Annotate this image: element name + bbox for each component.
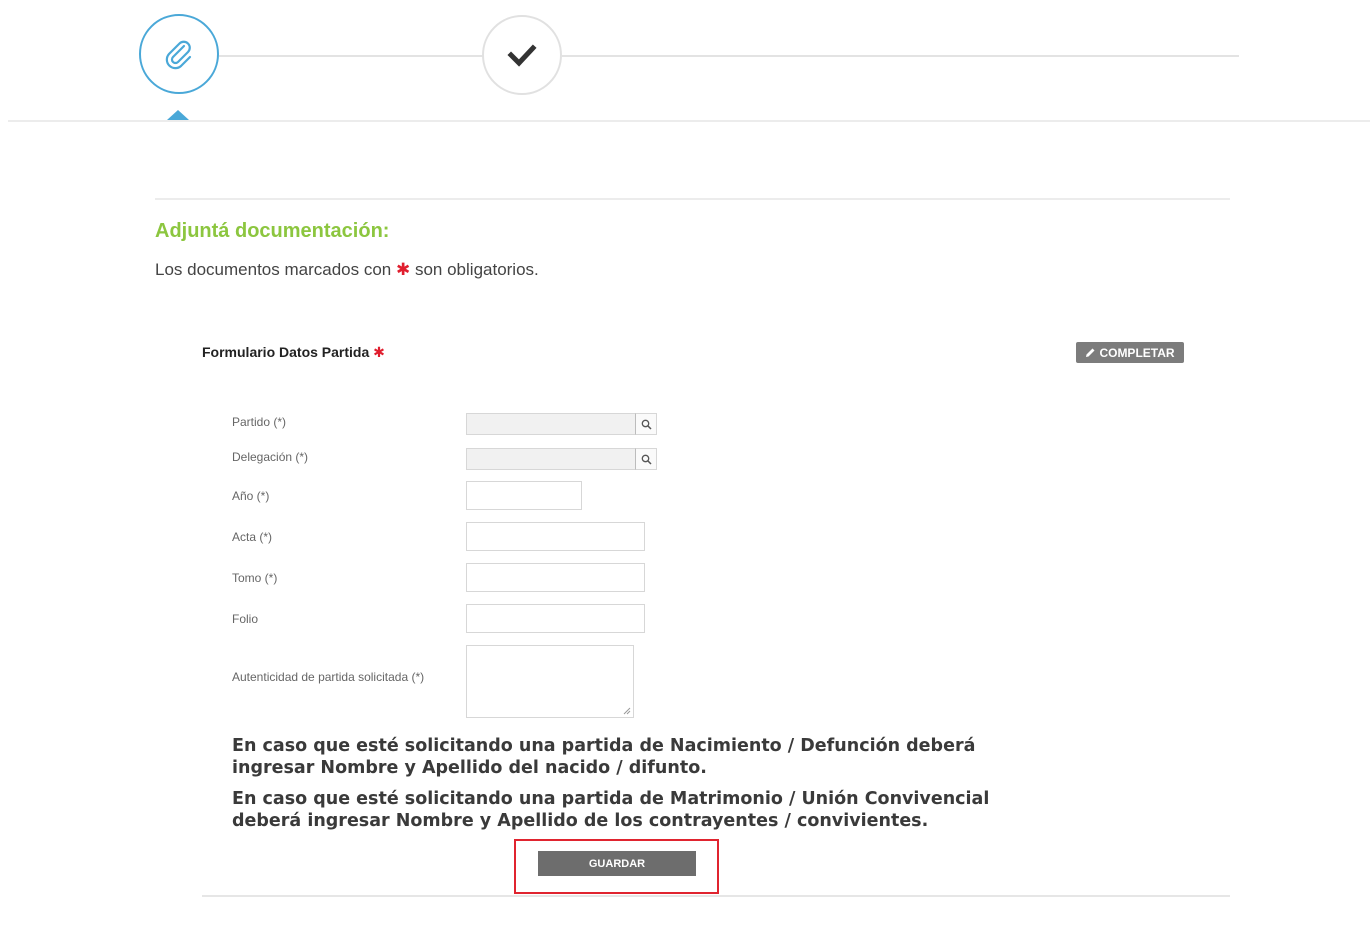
guardar-button[interactable]: GUARDAR xyxy=(538,851,696,876)
anio-input[interactable] xyxy=(466,481,582,510)
checkmark-icon xyxy=(507,44,537,67)
required-star-icon: ✱ xyxy=(373,344,385,360)
folio-label: Folio xyxy=(232,612,259,626)
folio-input[interactable] xyxy=(466,604,645,633)
completar-label: COMPLETAR xyxy=(1099,345,1175,360)
stepper xyxy=(0,0,1370,125)
delegacion-search-button[interactable] xyxy=(635,448,657,470)
description-text-end: son obligatorios. xyxy=(414,260,539,279)
step-confirm[interactable] xyxy=(482,15,562,95)
delegacion-label: Delegación (*) xyxy=(232,450,309,464)
acta-label: Acta (*) xyxy=(232,530,273,544)
nacimiento-note: En caso que esté solicitando una partida… xyxy=(232,736,976,778)
search-icon xyxy=(641,419,652,430)
tomo-label: Tomo (*) xyxy=(232,571,278,585)
pencil-icon xyxy=(1086,348,1095,357)
anio-label: Año (*) xyxy=(232,489,270,503)
section-title: Adjuntá documentación: xyxy=(155,220,390,242)
delegacion-input[interactable] xyxy=(466,448,636,470)
partido-input[interactable] xyxy=(466,413,636,435)
section-description: Los documentos marcados con ✱ son obliga… xyxy=(155,260,539,280)
step-attach-documents[interactable] xyxy=(139,14,219,94)
form-title-label: Formulario Datos Partida xyxy=(202,344,370,360)
active-step-pointer xyxy=(167,110,189,120)
matrimonio-note: En caso que esté solicitando una partida… xyxy=(232,789,990,831)
description-text: Los documentos marcados con xyxy=(155,260,392,279)
divider xyxy=(8,120,1370,122)
completar-button[interactable]: COMPLETAR xyxy=(1076,342,1184,363)
search-icon xyxy=(641,454,652,465)
autenticidad-label: Autenticidad de partida solicitada (*) xyxy=(232,670,425,684)
step-connector-tail xyxy=(562,55,1239,57)
form-title: Formulario Datos Partida ✱ xyxy=(202,344,385,361)
paperclip-icon xyxy=(165,40,192,70)
partido-search-button[interactable] xyxy=(635,413,657,435)
resize-grip-icon[interactable] xyxy=(623,707,631,715)
autenticidad-textarea[interactable] xyxy=(466,645,634,718)
step-connector xyxy=(219,55,484,57)
tomo-input[interactable] xyxy=(466,563,645,592)
acta-input[interactable] xyxy=(466,522,645,551)
partido-label: Partido (*) xyxy=(232,415,287,429)
required-star-icon: ✱ xyxy=(395,260,411,279)
divider xyxy=(202,895,1230,897)
divider xyxy=(155,198,1230,200)
